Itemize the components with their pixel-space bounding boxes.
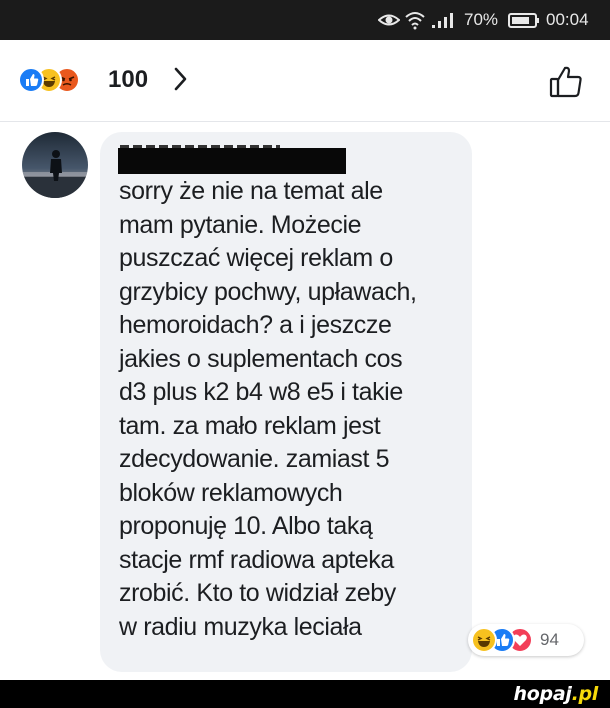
comment-line: stacje rmf radiowa apteka <box>119 545 394 574</box>
haha-icon <box>471 627 497 653</box>
like-icon <box>18 67 44 93</box>
comment-line: sorry że nie na temat ale <box>119 177 383 205</box>
battery-percent: 70% <box>464 10 499 29</box>
avatar[interactable] <box>22 132 88 198</box>
clock: 00:04 <box>546 10 589 29</box>
comment-line: zdecydowanie. zamiast 5 <box>119 445 390 473</box>
post-reaction-count: 100 <box>108 66 149 93</box>
chevron-right-icon <box>170 64 190 94</box>
thumbs-up-outline-icon[interactable] <box>548 64 584 100</box>
battery-icon <box>508 10 540 30</box>
watermark-tld: .pl <box>571 683 599 705</box>
comment-line: tam. za mało reklam jest <box>119 411 381 440</box>
comment-line: puszczać więcej reklam o <box>119 244 393 272</box>
comment-reaction-count: 94 <box>540 630 559 649</box>
comment-reaction-summary[interactable]: 94 <box>468 624 584 656</box>
wifi-icon <box>404 10 426 30</box>
eye-icon <box>378 10 400 30</box>
author-name-redaction <box>118 148 346 174</box>
comment-line: bloków reklamowych <box>119 478 343 507</box>
comment-line: w radiu muzyka leciała <box>119 612 362 641</box>
comment-line: zrobić. Kto to widział zeby <box>119 579 396 607</box>
divider <box>0 121 610 122</box>
status-bar: 70% 00:04 <box>0 0 610 40</box>
comment-line: grzybicy pochwy, upławach, <box>119 277 417 306</box>
comment-text: sorry że nie na temat ale mam pytanie. M… <box>119 175 459 644</box>
watermark-name: hopaj <box>513 683 572 705</box>
watermark: hopaj.pl <box>513 683 599 705</box>
signal-icon <box>430 10 460 30</box>
comment-line: jakies o suplementach cos <box>119 344 403 373</box>
comment-line: proponuję 10. Albo taką <box>119 512 373 540</box>
comment-line: d3 plus k2 b4 w8 e5 i takie <box>119 378 403 406</box>
comment-line: mam pytanie. Możecie <box>119 210 362 239</box>
watermark-bar: hopaj.pl <box>0 680 610 708</box>
comment-line: hemoroidach? a i jeszcze <box>119 311 392 339</box>
post-reaction-summary[interactable]: 100 <box>18 64 198 96</box>
